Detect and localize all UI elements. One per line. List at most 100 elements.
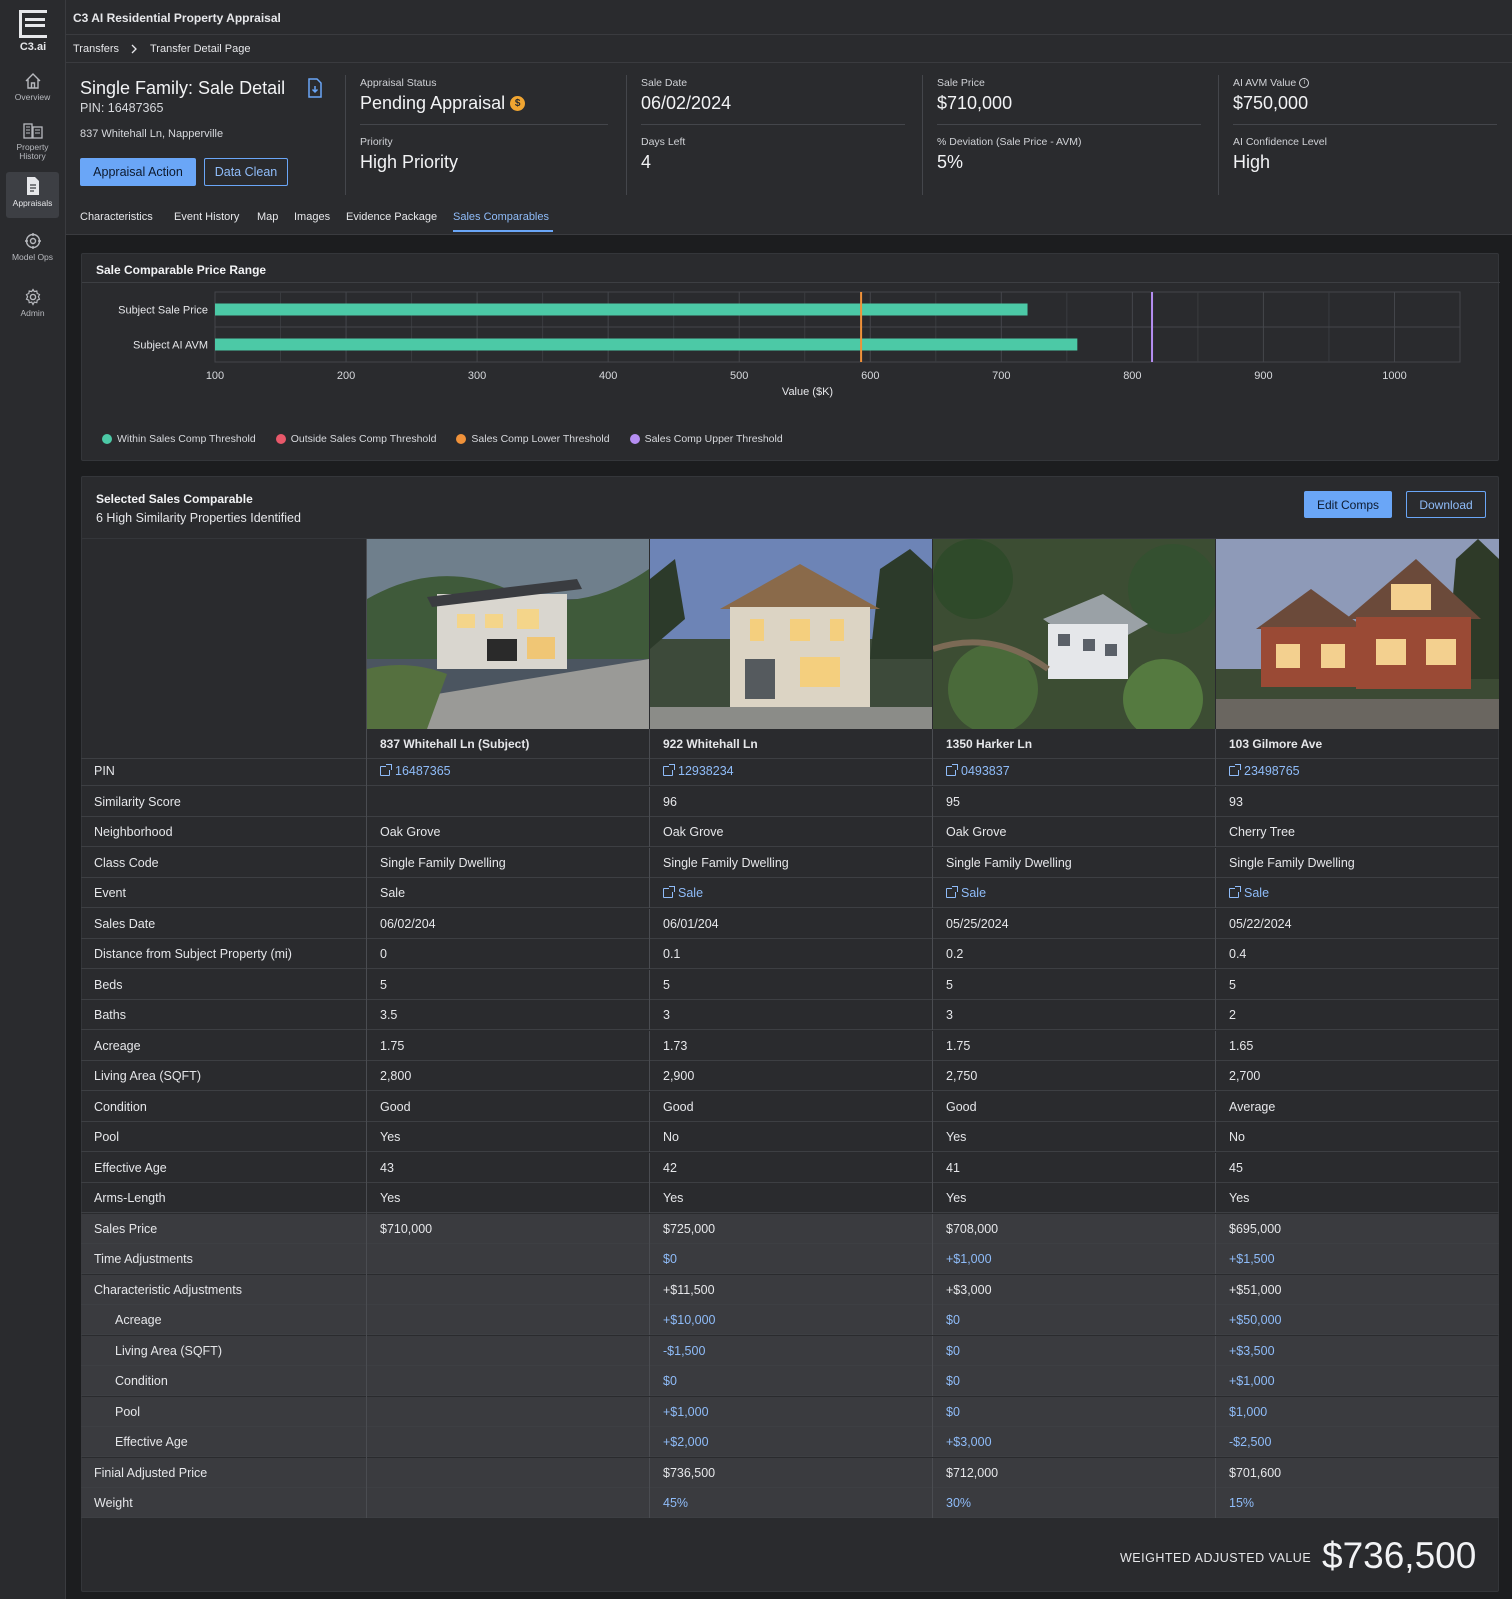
table-cell: 5 (1229, 977, 1236, 992)
document-icon (26, 177, 39, 195)
table-cell: $0 (933, 1305, 1216, 1335)
table-cell: Sale (367, 878, 650, 908)
sidebar-item-label: Overview (14, 92, 51, 102)
divider (922, 75, 923, 195)
table-cell (367, 1457, 650, 1488)
table-cell (367, 1396, 650, 1427)
table-cell: $695,000 (1229, 1221, 1282, 1236)
link-text: Sale (678, 886, 704, 900)
sidebar-item-label: Admin (20, 308, 45, 318)
sidebar-item-appraisals[interactable]: Appraisals (6, 172, 59, 218)
download-document-icon[interactable] (307, 78, 323, 98)
kpi-sale-price: Sale Price $710,000 (937, 77, 1013, 113)
property-photo-922-whitehall[interactable] (650, 539, 932, 729)
x-tick-label: 200 (337, 370, 355, 382)
sidebar-item-admin[interactable]: Admin (6, 284, 59, 322)
table-cell: 05/22/2024 (1229, 916, 1292, 931)
table-cell: +$3,000 (933, 1274, 1216, 1305)
event-link[interactable]: Sale (650, 878, 933, 908)
table-cell: $725,000 (650, 1213, 933, 1244)
table-cell: Good (933, 1091, 1216, 1122)
adjustment-row: Characteristic Adjustments +$11,500 +$3,00… (81, 1274, 1499, 1305)
row-label: Effective Age (81, 1427, 367, 1457)
sidebar-item-label: Model Ops (11, 252, 54, 262)
x-tick-label: 500 (730, 370, 748, 382)
table-cell: 95 (933, 786, 1216, 817)
table-cell: 0.4 (1229, 947, 1247, 961)
event-link[interactable]: Sale (933, 878, 1216, 908)
tab-evidence-package[interactable]: Evidence Package (346, 211, 437, 223)
table-cell: 2,800 (367, 1061, 650, 1091)
y-category-label: Subject Sale Price (118, 305, 208, 317)
table-row: Neighborhood Oak Grove Oak Grove Oak Grove C… (81, 817, 1499, 847)
table-row: Arms-Length Yes Yes Yes Yes (81, 1183, 1499, 1213)
building-icon (22, 123, 43, 139)
row-label: Beds (81, 969, 367, 1000)
breadcrumb-transfers[interactable]: Transfers (73, 43, 119, 55)
tab-event-history[interactable]: Event History (174, 211, 239, 223)
row-label: Time Adjustments (81, 1244, 367, 1274)
table-cell: Cherry Tree (1229, 825, 1295, 839)
sidebar-item-overview[interactable]: Overview (6, 68, 59, 106)
table-cell: $1,000 (1229, 1404, 1268, 1419)
link-text: Sale (961, 886, 987, 900)
tab-characteristics[interactable]: Characteristics (80, 211, 153, 223)
edit-comps-button[interactable]: Edit Comps (1304, 491, 1392, 518)
pin-link[interactable]: 16487365 (367, 756, 650, 786)
sidebar-item-property-history[interactable]: Property History (6, 118, 59, 164)
breadcrumb-transfer-detail[interactable]: Transfer Detail Page (150, 43, 250, 55)
c3-logo[interactable]: C3.ai (17, 10, 49, 53)
table-cell: 1.75 (933, 1030, 1216, 1061)
tab-sales-comparables[interactable]: Sales Comparables (453, 211, 549, 223)
tab-images[interactable]: Images (294, 211, 330, 223)
table-cell: +$1,000 (1229, 1374, 1275, 1388)
pin-link[interactable]: 12938234 (650, 756, 933, 786)
table-cell: 96 (650, 786, 933, 817)
table-cell: 45 (1229, 1160, 1243, 1175)
table-cell: $0 (933, 1396, 1216, 1427)
adjustment-row: Weight 45% 30% 15% (81, 1488, 1499, 1518)
x-tick-label: 600 (861, 370, 879, 382)
table-cell: +$3,000 (933, 1427, 1216, 1457)
divider (1218, 75, 1219, 195)
appraisal-action-button[interactable]: Appraisal Action (80, 158, 196, 186)
weighted-value-label: WEIGHTED ADJUSTED VALUE (1120, 1551, 1312, 1565)
sidebar-item-model-ops[interactable]: Model Ops (6, 228, 59, 272)
x-axis-label: Value ($K) (782, 386, 833, 398)
divider (360, 124, 608, 125)
table-cell: +$11,500 (650, 1274, 933, 1305)
table-cell: 1.73 (650, 1030, 933, 1061)
row-label: Acreage (81, 1030, 367, 1061)
event-link[interactable]: Sale (1216, 878, 1499, 908)
row-label: Distance from Subject Property (mi) (81, 939, 367, 969)
x-tick-label: 1000 (1382, 370, 1406, 382)
info-icon[interactable]: i (1299, 78, 1310, 89)
table-cell: $0 (650, 1366, 933, 1396)
adjustment-row: Condition $0 $0 +$1,000 (81, 1366, 1499, 1396)
table-cell: $701,600 (1229, 1465, 1282, 1480)
tab-map[interactable]: Map (257, 211, 278, 223)
table-header-row: 837 Whitehall Ln (Subject) 922 Whitehall … (81, 729, 1499, 759)
property-photo-1350-harker[interactable] (933, 539, 1215, 729)
table-cell: Yes (367, 1183, 650, 1213)
property-address: 837 Whitehall Ln, Napperville (80, 128, 224, 140)
kpi-days-left: Days Left 4 (641, 136, 686, 172)
pin-link[interactable]: 0493837 (933, 756, 1216, 786)
legend-item: Sales Comp Upper Threshold (629, 433, 783, 445)
adjustment-row: Living Area (SQFT) -$1,500 $0 +$3,500 (81, 1335, 1499, 1366)
row-label: Arms-Length (81, 1183, 367, 1213)
pin-link[interactable]: 23498765 (1216, 756, 1499, 786)
top-bar: C3 AI Residential Property Appraisal (66, 0, 1512, 35)
table-cell: Good (367, 1091, 650, 1122)
download-button[interactable]: Download (1406, 491, 1486, 518)
table-cell: +$2,000 (650, 1427, 933, 1457)
property-photo-subject[interactable] (367, 539, 649, 729)
property-photo-103-gilmore[interactable] (1216, 539, 1499, 729)
kpi-deviation: % Deviation (Sale Price - AVM) 5% (937, 136, 1082, 172)
data-clean-button[interactable]: Data Clean (204, 158, 288, 186)
breadcrumb: Transfers Transfer Detail Page (66, 35, 1512, 63)
table-cell (367, 1305, 650, 1335)
table-cell: 93 (1229, 794, 1243, 809)
table-cell: 06/01/204 (650, 908, 933, 939)
table-cell: 5 (933, 969, 1216, 1000)
